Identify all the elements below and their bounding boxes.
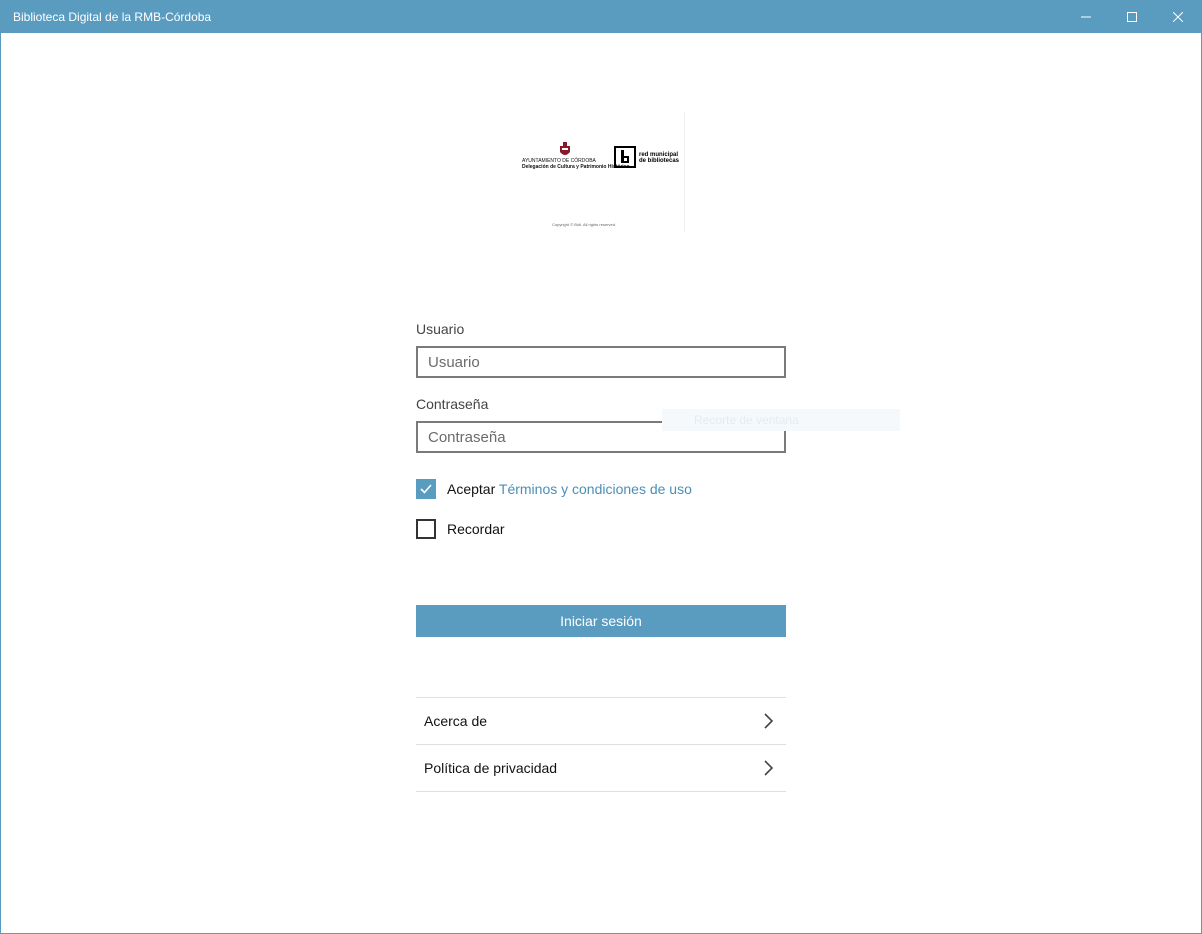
- minimize-icon: [1081, 16, 1091, 18]
- chevron-right-icon: [764, 760, 774, 776]
- maximize-button[interactable]: [1109, 1, 1155, 33]
- close-button[interactable]: [1155, 1, 1201, 33]
- maximize-icon: [1127, 12, 1137, 22]
- accept-terms-label: Aceptar Términos y condiciones de uso: [447, 481, 692, 497]
- password-label: Contraseña: [416, 396, 489, 412]
- city-crest-icon: [560, 142, 570, 155]
- snip-overlay-tooltip: Recorte de ventana: [662, 409, 900, 431]
- copyright-text: Copyright © Bidi. All rights reserved.: [552, 222, 617, 227]
- menu-item-label: Política de privacidad: [424, 760, 558, 776]
- library-b-logo-icon: [614, 146, 636, 168]
- chevron-right-icon: [764, 713, 774, 729]
- menu-item-about[interactable]: Acerca de: [416, 697, 786, 744]
- brand-line-2: de bibliotecas: [639, 158, 680, 164]
- accept-terms-checkbox[interactable]: [416, 479, 436, 499]
- username-field[interactable]: [416, 346, 786, 378]
- window-title: Biblioteca Digital de la RMB-Córdoba: [13, 10, 212, 24]
- username-label: Usuario: [416, 321, 465, 337]
- close-icon: [1173, 12, 1183, 22]
- library-logo: AYUNTAMIENTO DE CÓRDOBA Delegación de Cu…: [516, 112, 685, 232]
- remember-label: Recordar: [447, 521, 505, 537]
- accept-text: Aceptar: [447, 481, 496, 497]
- checkmark-icon: [420, 484, 432, 494]
- terms-link[interactable]: Términos y condiciones de uso: [499, 481, 692, 497]
- login-button[interactable]: Iniciar sesión: [416, 605, 786, 637]
- username-input[interactable]: [418, 348, 768, 376]
- remember-checkbox[interactable]: [416, 519, 436, 539]
- title-bar[interactable]: Biblioteca Digital de la RMB-Córdoba: [1, 1, 1201, 33]
- brand-text: red municipal de bibliotecas: [639, 152, 679, 164]
- menu-item-label: Acerca de: [424, 713, 488, 729]
- menu-item-privacy[interactable]: Política de privacidad: [416, 744, 786, 792]
- minimize-button[interactable]: [1063, 1, 1109, 33]
